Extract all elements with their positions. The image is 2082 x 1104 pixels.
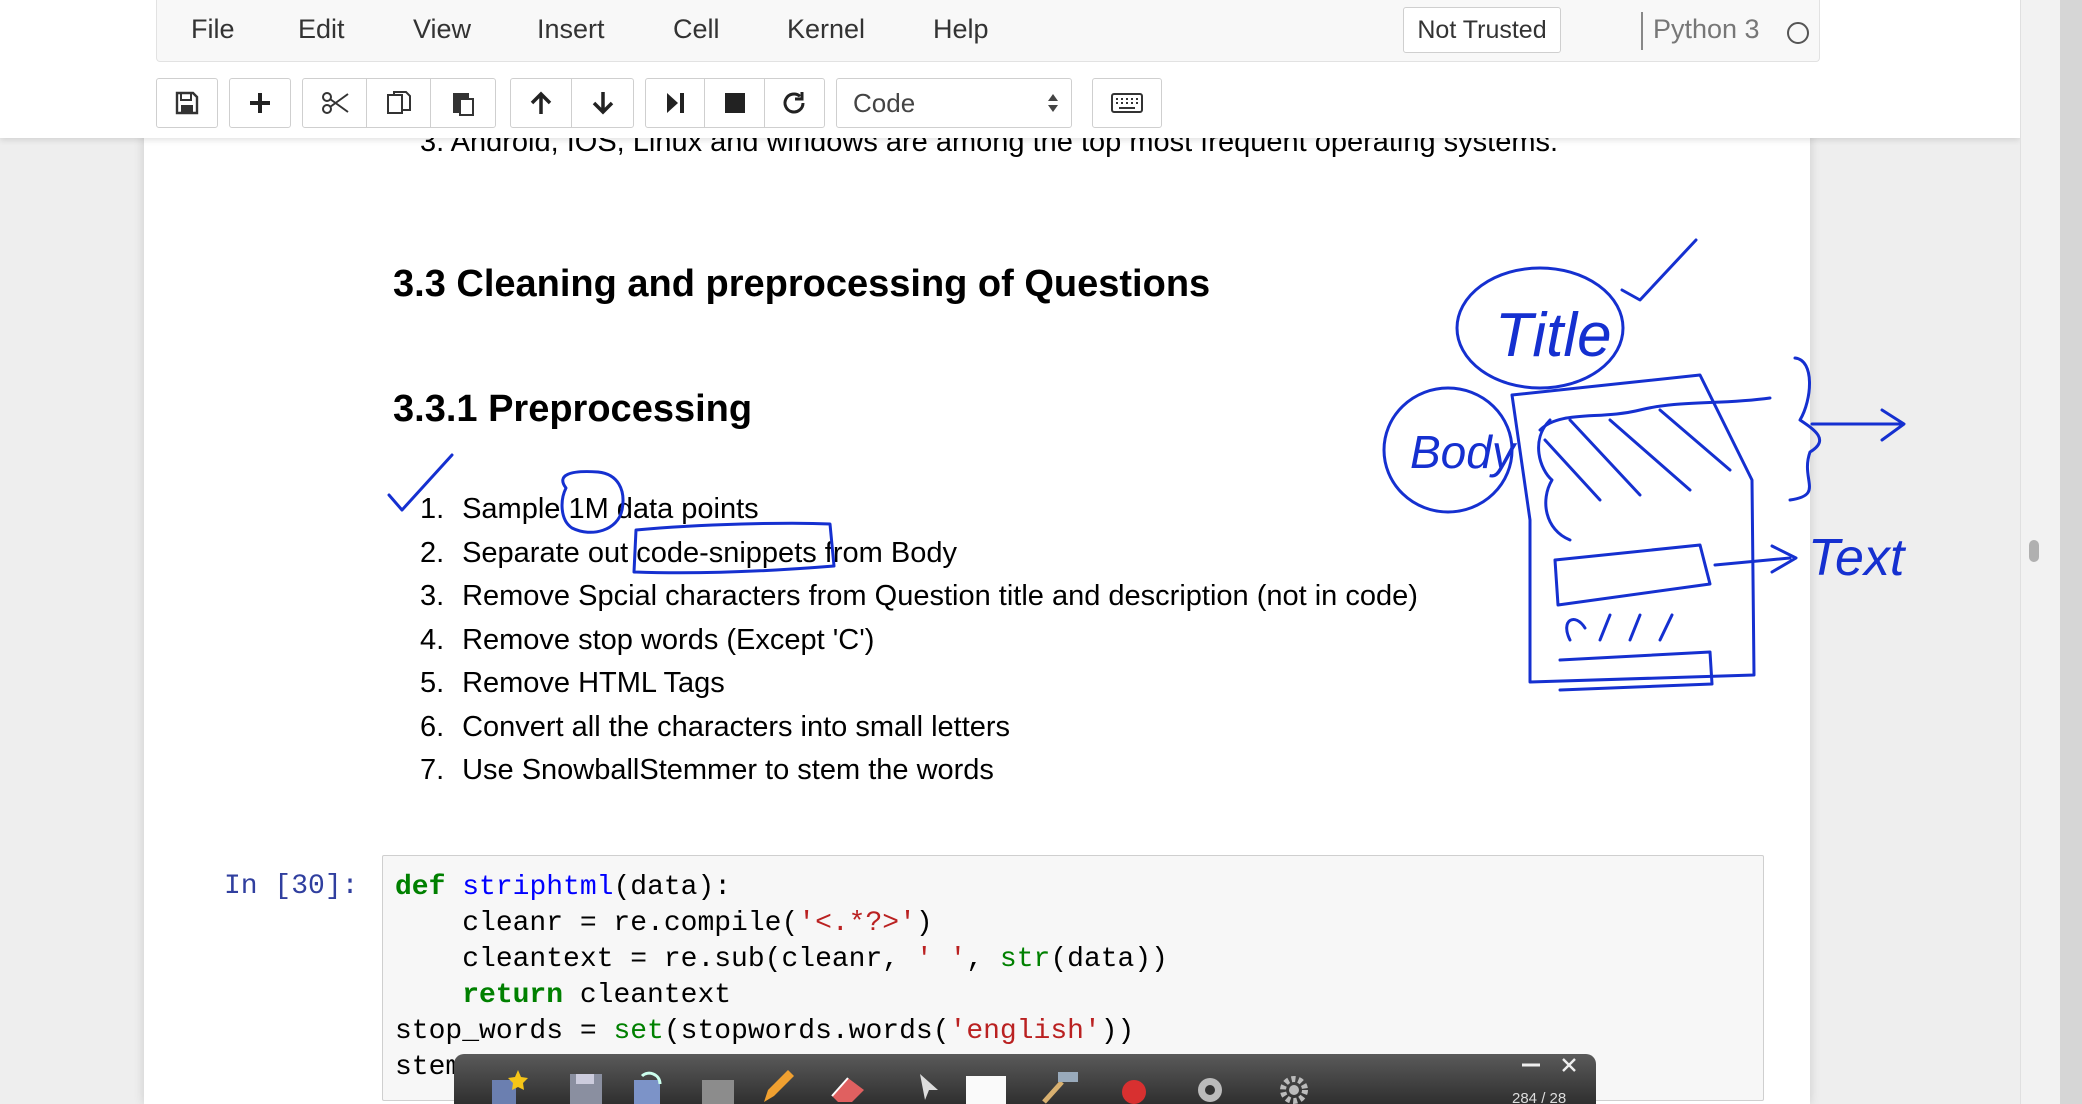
eraser-icon[interactable]: [828, 1066, 868, 1104]
move-down-button[interactable]: [572, 79, 633, 127]
menu-help[interactable]: Help: [933, 14, 989, 45]
run-icon: [667, 93, 685, 113]
interrupt-button[interactable]: [705, 79, 765, 127]
kernel-separator: [1641, 12, 1643, 50]
recorder-toolbar: 284 / 28: [454, 1054, 1596, 1104]
whiteboard-icon[interactable]: [964, 1066, 1008, 1104]
keyboard-icon: [1111, 93, 1143, 113]
section-heading: 3.3 Cleaning and preprocessing of Questi…: [393, 263, 1211, 305]
kernel-name: Python 3: [1653, 14, 1760, 44]
menu-edit[interactable]: Edit: [298, 14, 345, 45]
cursor-icon[interactable]: [914, 1066, 944, 1104]
settings-gear-icon[interactable]: [1274, 1066, 1314, 1104]
cell-prompt: In [30]:: [224, 871, 359, 902]
kernel-status-icon: [1787, 22, 1809, 44]
close-icon[interactable]: [1560, 1056, 1578, 1074]
code-line: stop_words = set(stopwords.words('englis…: [395, 1016, 1135, 1047]
copy-icon: [386, 91, 411, 114]
copy-button[interactable]: [367, 79, 431, 127]
toolbar-edit-group: [302, 78, 496, 128]
list-item: 7. Use SnowballStemmer to stem the words: [420, 754, 994, 786]
menu-cell[interactable]: Cell: [673, 14, 720, 45]
window-edge: [2060, 0, 2082, 1104]
scrollbar-thumb[interactable]: [2029, 540, 2039, 562]
menu-kernel[interactable]: Kernel: [787, 14, 865, 45]
cut-button[interactable]: [303, 79, 367, 127]
vertical-scrollbar[interactable]: [2020, 0, 2060, 1104]
list-item: 5. Remove HTML Tags: [420, 667, 725, 699]
save-button[interactable]: [157, 79, 217, 127]
notebook-header: File Edit View Insert Cell Kernel Help N…: [0, 0, 2020, 138]
arrow-down-icon: [592, 92, 613, 115]
toolbar-save-group: [156, 78, 218, 128]
move-up-button[interactable]: [511, 79, 573, 127]
arrow-right-annotation: [1810, 408, 1906, 442]
toolbar-run-group: [645, 78, 825, 128]
hammer-icon[interactable]: [1038, 1066, 1082, 1104]
star-icon[interactable]: [490, 1066, 530, 1104]
save-icon: [175, 91, 199, 115]
code-line: return cleantext: [462, 980, 732, 1011]
subsection-heading: 3.3.1 Preprocessing: [393, 388, 753, 430]
save-disk-icon[interactable]: [566, 1066, 606, 1104]
plus-icon: [250, 93, 270, 113]
menubar: File Edit View Insert Cell Kernel Help N…: [156, 0, 1820, 62]
run-button[interactable]: [646, 79, 706, 127]
restart-icon: [783, 92, 805, 114]
code-line: cleanr = re.compile('<.*?>'): [395, 908, 933, 939]
menu-view[interactable]: View: [413, 14, 471, 45]
trust-status-button[interactable]: Not Trusted: [1403, 7, 1561, 53]
pencil-icon[interactable]: [758, 1066, 798, 1104]
folder-icon[interactable]: [698, 1066, 738, 1104]
insert-cell-button[interactable]: [230, 79, 290, 127]
cell-type-select[interactable]: Code: [836, 78, 1072, 128]
cell-type-value: Code: [853, 88, 916, 118]
preprocessing-steps-list: 1. Sample 1M data points 2. Separate out…: [420, 493, 1418, 798]
list-item: 1. Sample 1M data points: [420, 493, 759, 525]
code-line: cleantext = re.sub(cleanr, ' ', str(data…: [395, 944, 1168, 975]
toolbar-move-group: [510, 78, 634, 128]
scissors-icon: [321, 92, 349, 114]
stop-icon: [724, 93, 745, 113]
list-item: 4. Remove stop words (Except 'C'): [420, 623, 875, 656]
toolbar-keyboard-group: [1092, 78, 1162, 128]
menu-insert[interactable]: Insert: [537, 14, 605, 45]
restart-button[interactable]: [765, 79, 824, 127]
menu-file[interactable]: File: [191, 14, 235, 45]
arrow-up-icon: [530, 91, 552, 114]
toolbar-insert-group: [229, 78, 291, 128]
text-handwritten-label: Text: [1808, 529, 1907, 587]
code-line: def striphtml(data):: [395, 872, 732, 903]
record-icon[interactable]: [1114, 1066, 1154, 1104]
page-counter: 284 / 28: [1512, 1090, 1567, 1104]
list-item: 6. Convert all the characters into small…: [420, 710, 1011, 743]
minimize-icon[interactable]: [1520, 1060, 1542, 1070]
paste-button[interactable]: [431, 79, 495, 127]
paste-icon: [453, 93, 474, 116]
list-item: 3. Remove Spcial characters from Questio…: [420, 580, 1418, 612]
command-palette-button[interactable]: [1093, 79, 1161, 127]
select-arrows-icon: [1048, 94, 1058, 112]
list-item: 2. Separate out code-snippets from Body: [420, 536, 957, 569]
webcam-icon[interactable]: [1190, 1066, 1230, 1104]
undo-icon[interactable]: [628, 1066, 668, 1104]
